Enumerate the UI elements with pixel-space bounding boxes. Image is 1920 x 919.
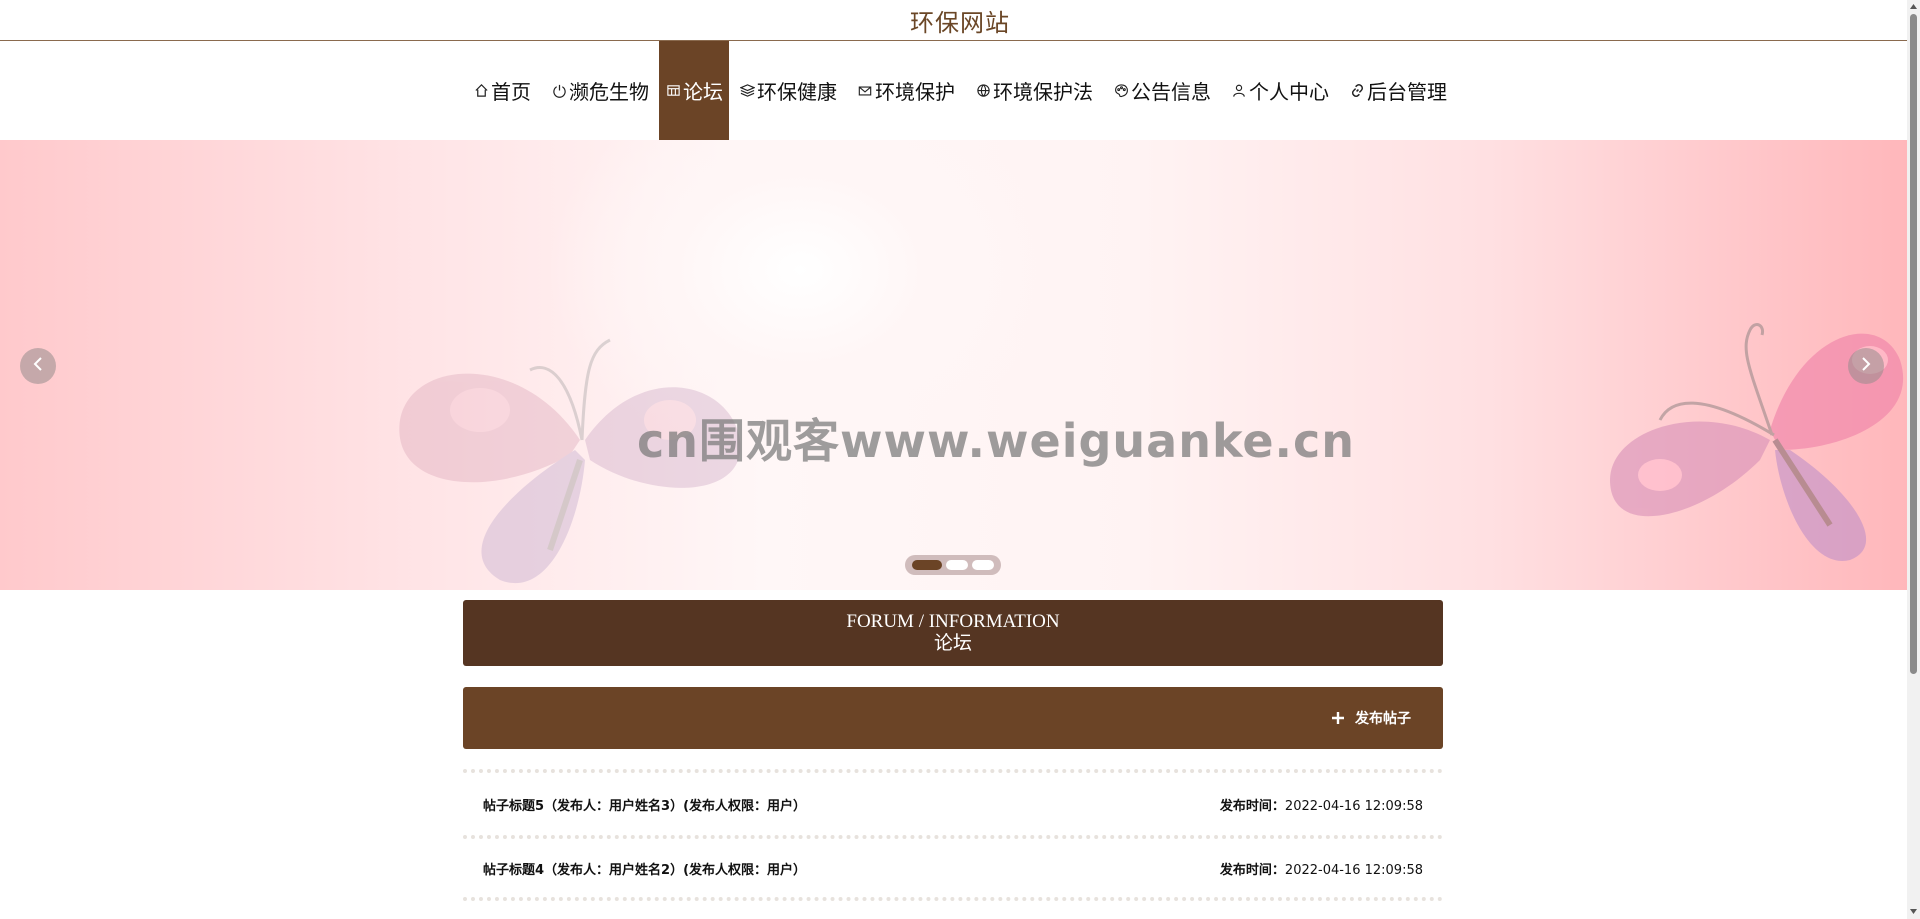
scroll-down-arrow-icon[interactable] <box>1909 907 1918 916</box>
nav-item-home[interactable]: 首页 <box>463 41 541 140</box>
page-scrollbar[interactable] <box>1907 0 1920 919</box>
section-title-en: FORUM / INFORMATION <box>846 611 1060 632</box>
butterfly-illustration-right <box>1610 323 1904 561</box>
nav-item-eco-health[interactable]: 环保健康 <box>729 41 847 140</box>
carousel-next-button[interactable] <box>1848 348 1884 384</box>
nav-label: 首页 <box>491 80 531 104</box>
home-icon <box>473 83 489 99</box>
action-bar: 发布帖子 <box>463 687 1443 749</box>
post-title[interactable]: 帖子标题5（发布人：用户姓名3）(发布人权限：用户） <box>483 795 806 814</box>
scroll-up-arrow-icon[interactable] <box>1909 2 1918 11</box>
nav-item-admin[interactable]: 后台管理 <box>1339 41 1457 140</box>
nav-label: 公告信息 <box>1131 80 1211 104</box>
post-list-item[interactable]: 帖子标题5（发布人：用户姓名3）(发布人权限：用户） 发布时间：2022-04-… <box>463 769 1443 835</box>
link-icon <box>1349 83 1365 99</box>
post-time-label: 发布时间： <box>1219 798 1285 814</box>
post-time-value: 2022-04-16 12:09:58 <box>1284 862 1423 878</box>
site-header: 环保网站 <box>0 0 1920 41</box>
post-time-value: 2022-04-16 12:09:58 <box>1284 798 1423 814</box>
main-nav: 首页 濒危生物 论坛 环保健康 环境保护 环境保护法 公告信息 个人中心 后台管… <box>0 41 1920 140</box>
palette-icon <box>1113 83 1129 99</box>
scrollbar-thumb[interactable] <box>1910 14 1917 674</box>
globe-icon <box>975 83 991 99</box>
power-icon <box>551 83 567 99</box>
nav-label: 个人中心 <box>1249 80 1329 104</box>
chevron-left-icon <box>31 356 45 376</box>
publish-post-button[interactable]: 发布帖子 <box>1325 707 1417 729</box>
nav-label: 环境保护法 <box>993 80 1093 104</box>
nav-item-environment-law[interactable]: 环境保护法 <box>965 41 1103 140</box>
nav-item-endangered-species[interactable]: 濒危生物 <box>541 41 659 140</box>
layers-icon <box>739 83 755 99</box>
nav-item-personal-center[interactable]: 个人中心 <box>1221 41 1339 140</box>
nav-label: 濒危生物 <box>569 80 649 104</box>
carousel-dot-2[interactable] <box>946 560 968 570</box>
post-title[interactable]: 帖子标题4（发布人：用户姓名2）(发布人权限：用户） <box>483 859 806 878</box>
nav-item-forum[interactable]: 论坛 <box>659 41 729 140</box>
carousel-dot-3[interactable] <box>972 560 994 570</box>
post-time: 发布时间：2022-04-16 12:09:58 <box>1220 795 1423 814</box>
nav-label: 论坛 <box>683 80 723 104</box>
plus-icon <box>1331 711 1345 725</box>
banner-watermark: cn围观客www.weiguanke.cn <box>637 414 1356 468</box>
carousel-dot-1[interactable] <box>912 560 942 570</box>
publish-post-label: 发布帖子 <box>1355 711 1411 727</box>
post-list: 帖子标题5（发布人：用户姓名3）(发布人权限：用户） 发布时间：2022-04-… <box>463 769 1443 901</box>
nav-item-announcements[interactable]: 公告信息 <box>1103 41 1221 140</box>
section-header: FORUM / INFORMATION 论坛 <box>463 600 1443 666</box>
nav-label: 环境保护 <box>875 80 955 104</box>
chevron-right-icon <box>1859 356 1873 376</box>
post-time: 发布时间：2022-04-16 12:09:58 <box>1220 859 1423 878</box>
user-icon <box>1231 83 1247 99</box>
site-title[interactable]: 环保网站 <box>910 3 1010 38</box>
forum-icon <box>665 83 681 99</box>
nav-label: 环保健康 <box>757 80 837 104</box>
forum-section: FORUM / INFORMATION 论坛 发布帖子 帖子标题5（发布人：用户… <box>463 600 1443 901</box>
page: 环保网站 首页 濒危生物 论坛 环保健康 环境保护 环境保护法 公告信息 个人中… <box>0 0 1920 919</box>
nav-item-environment-protection[interactable]: 环境保护 <box>847 41 965 140</box>
post-list-item[interactable]: 帖子标题4（发布人：用户姓名2）(发布人权限：用户） 发布时间：2022-04-… <box>463 835 1443 901</box>
post-time-label: 发布时间： <box>1219 862 1285 878</box>
carousel-indicators <box>905 555 1001 575</box>
section-title-zh: 论坛 <box>933 633 972 654</box>
mail-icon <box>857 83 873 99</box>
banner-carousel: cn围观客www.weiguanke.cn <box>0 140 1907 590</box>
nav-label: 后台管理 <box>1367 80 1447 104</box>
carousel-prev-button[interactable] <box>20 348 56 384</box>
